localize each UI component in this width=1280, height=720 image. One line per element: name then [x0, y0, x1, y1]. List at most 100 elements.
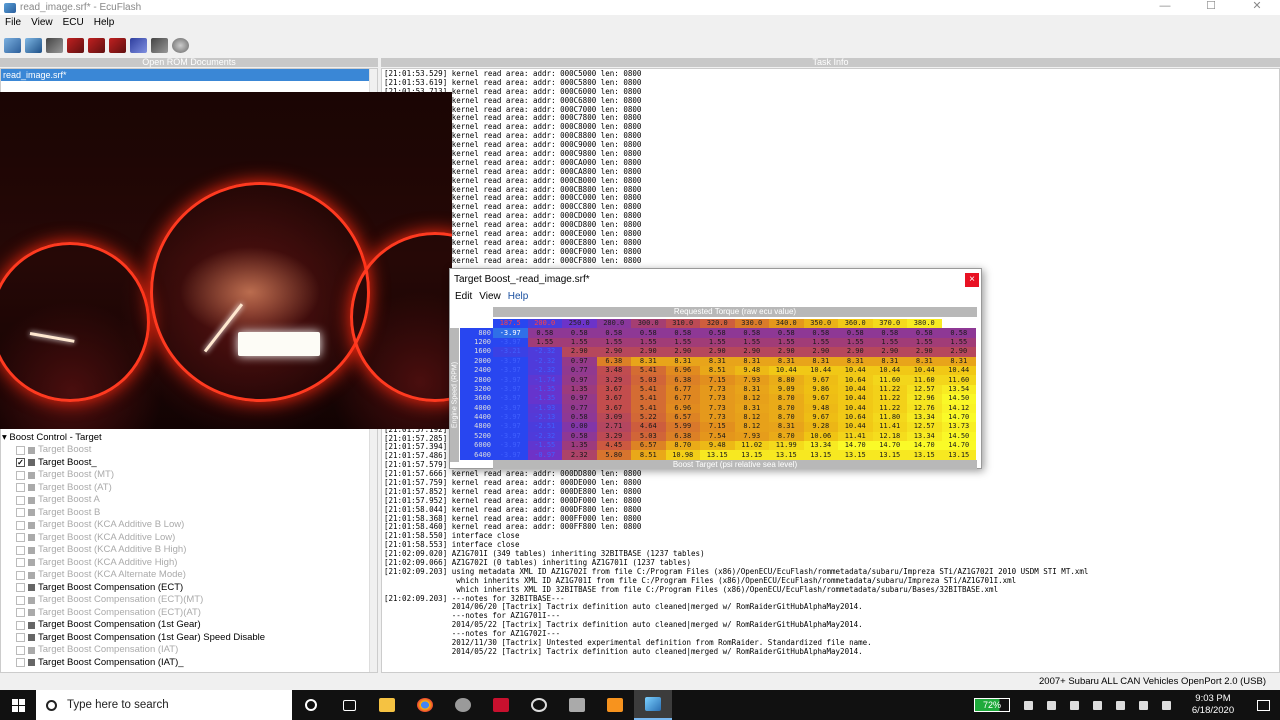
table-cell[interactable]: 2.90	[596, 347, 631, 357]
table-cell[interactable]: 5.80	[596, 450, 631, 460]
table-cell[interactable]: 3.67	[596, 394, 631, 404]
row-header-cell[interactable]: 2000	[460, 356, 493, 366]
table-cell[interactable]: 14.50	[941, 431, 976, 442]
table-cell[interactable]: 8.31	[700, 356, 735, 366]
table-cell[interactable]: 10.44	[769, 365, 804, 376]
table-cell[interactable]: 10.44	[838, 394, 873, 404]
table-cell[interactable]: 0.58	[596, 328, 631, 338]
table-cell[interactable]: -3.97	[493, 365, 528, 376]
tree-item[interactable]: Target Boost Compensation (1st Gear)	[0, 619, 378, 632]
table-cell[interactable]: 12.76	[907, 403, 942, 413]
table-cell[interactable]: 1.55	[596, 337, 631, 348]
app-icon[interactable]	[444, 690, 482, 720]
table-cell[interactable]: 8.51	[631, 450, 666, 460]
table-cell[interactable]: 0.97	[562, 356, 597, 366]
table-cell[interactable]: 12.57	[907, 422, 942, 432]
table-cell[interactable]: 8.31	[665, 356, 700, 366]
table-cell[interactable]: 1.55	[665, 337, 700, 348]
clock[interactable]: 9:03 PM 6/18/2020	[1185, 693, 1241, 717]
file-explorer-icon[interactable]	[368, 690, 406, 720]
tree-item-checkbox[interactable]	[16, 495, 25, 505]
table-cell[interactable]: 0.58	[907, 328, 942, 338]
row-header-cell[interactable]: 2400	[460, 365, 493, 376]
table-cell[interactable]: 11.41	[872, 422, 907, 432]
table-cell[interactable]: 8.51	[700, 365, 735, 376]
table-cell[interactable]: 0.58	[665, 328, 700, 338]
table-cell[interactable]: 10.44	[803, 365, 838, 376]
table-cell[interactable]: 9.48	[700, 441, 735, 451]
chip-icon[interactable]	[151, 37, 168, 53]
tree-item-checkbox[interactable]	[16, 520, 25, 530]
table-cell[interactable]: 8.31	[872, 356, 907, 366]
close-button[interactable]: ✕	[1234, 0, 1280, 15]
table-cell[interactable]: -2.51	[527, 422, 562, 432]
table-cell[interactable]: 2.90	[734, 347, 769, 357]
table-cell[interactable]: 8.80	[769, 375, 804, 385]
table-cell[interactable]: 9.48	[734, 365, 769, 376]
table-cell[interactable]: 8.31	[838, 356, 873, 366]
tree-item[interactable]: Target Boost (KCA Additive B Low)	[0, 519, 378, 532]
table-cell[interactable]: 13.15	[907, 450, 942, 460]
tree-item-checkbox[interactable]	[16, 558, 25, 568]
table-cell[interactable]: 1.55	[631, 337, 666, 348]
table-cell[interactable]: 14.12	[941, 403, 976, 413]
table-cell[interactable]: 9.28	[803, 422, 838, 432]
row-header-cell[interactable]: 6000	[460, 441, 493, 451]
tree-item-checkbox[interactable]	[16, 658, 25, 668]
table-cell[interactable]: 10.44	[838, 403, 873, 413]
table-cell[interactable]: 10.44	[941, 365, 976, 376]
network-icon[interactable]	[1116, 700, 1125, 710]
table-cell[interactable]: 2.90	[803, 347, 838, 357]
table-cell[interactable]: 13.54	[941, 384, 976, 395]
row-header-cell[interactable]: 6400	[460, 450, 493, 460]
table-cell[interactable]: 0.58	[700, 328, 735, 338]
boost-table-grid[interactable]: 187.5 200.0 250.0 280.0 300.0 310.0 320.0 330.0…	[460, 319, 976, 460]
table-cell[interactable]: -3.97	[493, 412, 528, 423]
minimize-button[interactable]: —	[1142, 0, 1188, 15]
table-cell[interactable]: -3.97	[493, 441, 528, 451]
tree-item-checkbox[interactable]	[16, 645, 25, 655]
table-cell[interactable]: 8.12	[734, 394, 769, 404]
table-cell[interactable]: 14.70	[872, 441, 907, 451]
table-cell[interactable]: 1.55	[803, 337, 838, 348]
table-cell[interactable]: 8.70	[769, 403, 804, 413]
chrome-icon[interactable]	[406, 690, 444, 720]
table-cell[interactable]: 0.58	[872, 328, 907, 338]
table-cell[interactable]: 1.55	[700, 337, 735, 348]
table-cell[interactable]: 0.58	[803, 328, 838, 338]
column-header-cell[interactable]: 340.0	[769, 319, 804, 329]
table-cell[interactable]: -1.35	[527, 394, 562, 404]
row-header-cell[interactable]: 3600	[460, 394, 493, 404]
table-cell[interactable]: -3.97	[493, 337, 528, 348]
column-header-cell[interactable]: 370.0	[872, 319, 907, 329]
table-cell[interactable]: 1.55	[941, 337, 976, 348]
table-cell[interactable]: 13.15	[769, 450, 804, 460]
column-header-cell[interactable]: 310.0	[665, 319, 700, 329]
table-menu-edit[interactable]: Edit	[451, 291, 475, 305]
table-cell[interactable]: 8.70	[769, 431, 804, 442]
table-cell[interactable]: 13.34	[803, 441, 838, 451]
table-cell[interactable]: -3.21	[493, 347, 528, 357]
table-cell[interactable]: 7.93	[734, 375, 769, 385]
table-cell[interactable]: 11.60	[872, 375, 907, 385]
tree-item-checkbox[interactable]	[16, 620, 25, 630]
table-cell[interactable]: 1.55	[872, 337, 907, 348]
tree-item-checkbox[interactable]: ✓	[16, 458, 25, 468]
table-cell[interactable]: 6.96	[665, 403, 700, 413]
table-cell[interactable]: 13.15	[700, 450, 735, 460]
table-cell[interactable]: 3.09	[596, 412, 631, 423]
table-cell[interactable]: 1.55	[734, 337, 769, 348]
ecuflash-taskbar-icon[interactable]	[634, 690, 672, 720]
table-cell[interactable]: 7.73	[700, 384, 735, 395]
table-cell[interactable]: 4.45	[596, 441, 631, 451]
table-cell[interactable]: 11.22	[872, 384, 907, 395]
table-cell[interactable]: 10.44	[838, 384, 873, 395]
row-header-cell[interactable]: 4000	[460, 403, 493, 413]
table-cell[interactable]: 0.00	[562, 422, 597, 432]
table-cell[interactable]: -3.97	[493, 431, 528, 442]
table-cell[interactable]: 7.73	[700, 403, 735, 413]
table-cell[interactable]: 8.31	[734, 384, 769, 395]
table-cell[interactable]: -2.32	[527, 347, 562, 357]
table-cell[interactable]: 11.60	[907, 375, 942, 385]
row-header-cell[interactable]: 2800	[460, 375, 493, 385]
